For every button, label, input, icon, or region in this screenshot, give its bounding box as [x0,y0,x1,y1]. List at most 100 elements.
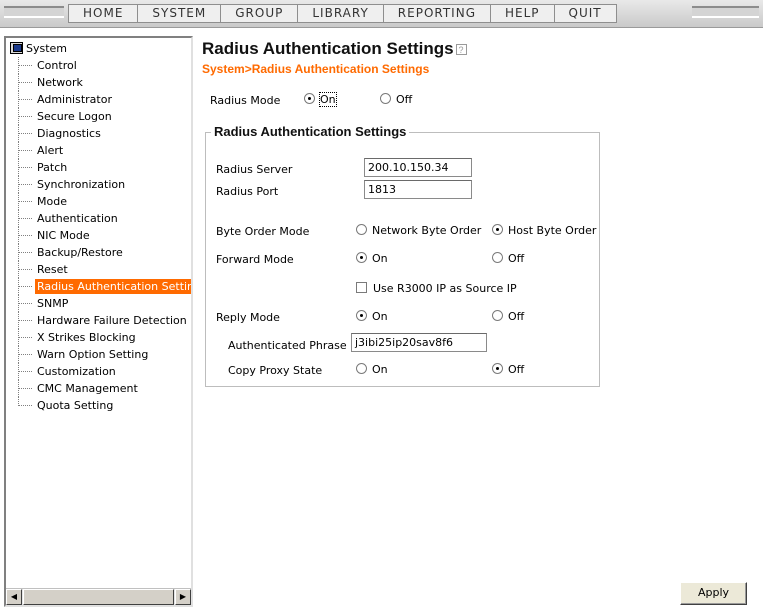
group-title: Radius Authentication Settings [211,124,410,139]
copy-proxy-on-label: On [372,363,388,376]
forward-mode-on-option[interactable]: On [356,252,388,265]
sidebar-item-snmp[interactable]: SNMP [8,295,191,312]
sidebar-item-radius-authentication[interactable]: Radius Authentication Setting [8,278,191,295]
radio-selected-icon[interactable] [304,93,315,104]
sidebar-item-label: Control [37,59,77,72]
sidebar-item-synchronization[interactable]: Synchronization [8,176,191,193]
sidebar-item-hardware-failure-detection[interactable]: Hardware Failure Detection [8,312,191,329]
radius-port-label: Radius Port [216,185,279,198]
radio-selected-icon[interactable] [356,252,367,263]
sidebar-item-label: Alert [37,144,64,157]
radio-selected-icon[interactable] [492,363,503,374]
sidebar-item-label: CMC Management [37,382,138,395]
sidebar-item-customization[interactable]: Customization [8,363,191,380]
sidebar-item-label: Authentication [37,212,118,225]
auth-phrase-label: Authenticated Phrase [228,339,347,352]
radio-unselected-icon[interactable] [492,310,503,321]
radius-settings-group: Radius Authentication Settings Radius Se… [205,124,600,387]
menu-help[interactable]: HELP [491,5,555,22]
sidebar-item-secure-logon[interactable]: Secure Logon [8,108,191,125]
radio-unselected-icon[interactable] [492,252,503,263]
sidebar-item-label: Warn Option Setting [37,348,149,361]
sidebar-item-nic-mode[interactable]: NIC Mode [8,227,191,244]
menu-system[interactable]: SYSTEM [138,5,222,22]
top-menu-bar: HOME SYSTEM GROUP LIBRARY REPORTING HELP… [0,0,763,28]
sidebar-item-authentication[interactable]: Authentication [8,210,191,227]
radio-unselected-icon[interactable] [380,93,391,104]
sidebar-item-label: Administrator [37,93,112,106]
help-icon[interactable]: ? [455,44,467,55]
sidebar-item-label: SNMP [37,297,69,310]
radius-mode-off-option[interactable]: Off [380,93,412,106]
reply-mode-off-option[interactable]: Off [492,310,524,323]
scroll-right-arrow-icon[interactable]: ▶ [175,589,191,605]
tree-root-system[interactable]: System [8,40,191,57]
tree-root-label: System [26,42,68,55]
radio-selected-icon[interactable] [492,224,503,235]
byte-order-host-label: Host Byte Order [508,224,597,237]
sidebar-item-label: Backup/Restore [37,246,123,259]
radius-server-label: Radius Server [216,163,293,176]
forward-mode-off-option[interactable]: Off [492,252,524,265]
radius-port-input[interactable]: 1813 [364,180,472,199]
byte-order-network-option[interactable]: Network Byte Order [356,224,481,237]
use-source-ip-checkbox[interactable] [356,282,367,293]
sidebar-tree-panel: System Control Network Administrator Sec… [4,36,193,607]
sidebar-item-diagnostics[interactable]: Diagnostics [8,125,191,142]
sidebar-item-label: Diagnostics [37,127,101,140]
menu-group[interactable]: GROUP [221,5,299,22]
main-menu: HOME SYSTEM GROUP LIBRARY REPORTING HELP… [68,4,617,23]
radius-server-input[interactable]: 200.10.150.34 [364,158,472,177]
sidebar-item-label: Customization [37,365,116,378]
menu-groove-left [4,6,64,18]
computer-icon [10,42,23,54]
sidebar-item-alert[interactable]: Alert [8,142,191,159]
sidebar-item-label: Network [37,76,83,89]
radio-selected-icon[interactable] [356,310,367,321]
sidebar-item-network[interactable]: Network [8,74,191,91]
reply-mode-label: Reply Mode [216,311,280,324]
radius-mode-label: Radius Mode [210,94,281,107]
scrollbar-thumb[interactable] [23,589,174,605]
auth-phrase-input[interactable]: j3ibi25ip20sav8f6 [351,333,487,352]
main-content: Radius Authentication Settings? System>R… [200,36,760,608]
sidebar-item-label: NIC Mode [37,229,90,242]
menu-home[interactable]: HOME [69,5,139,22]
radius-mode-on-option[interactable]: On [304,92,337,107]
sidebar-item-label: Hardware Failure Detection [37,314,187,327]
apply-button[interactable]: Apply [680,582,747,605]
forward-mode-label: Forward Mode [216,253,294,266]
menu-quit[interactable]: QUIT [555,5,616,22]
sidebar-item-patch[interactable]: Patch [8,159,191,176]
sidebar-item-warn-option-setting[interactable]: Warn Option Setting [8,346,191,363]
radio-unselected-icon[interactable] [356,224,367,235]
sidebar-item-label: Quota Setting [37,399,114,412]
radius-mode-on-label: On [319,92,337,107]
sidebar-item-x-strikes-blocking[interactable]: X Strikes Blocking [8,329,191,346]
radius-mode-off-label: Off [396,93,413,106]
sidebar-item-backup-restore[interactable]: Backup/Restore [8,244,191,261]
sidebar-item-label: Synchronization [37,178,126,191]
sidebar-item-mode[interactable]: Mode [8,193,191,210]
reply-mode-on-label: On [372,310,388,323]
reply-mode-on-option[interactable]: On [356,310,388,323]
sidebar-item-control[interactable]: Control [8,57,191,74]
sidebar-item-quota-setting[interactable]: Quota Setting [8,397,191,414]
copy-proxy-on-option[interactable]: On [356,363,388,376]
page-title-text: Radius Authentication Settings [202,39,454,58]
menu-reporting[interactable]: REPORTING [384,5,491,22]
sidebar-item-reset[interactable]: Reset [8,261,191,278]
breadcrumb: System>Radius Authentication Settings [202,62,430,76]
byte-order-network-label: Network Byte Order [372,224,482,237]
menu-library[interactable]: LIBRARY [298,5,384,22]
navigation-tree: System Control Network Administrator Sec… [8,40,191,414]
use-source-ip-option[interactable]: Use R3000 IP as Source IP [356,282,517,295]
copy-proxy-label: Copy Proxy State [228,364,323,377]
byte-order-host-option[interactable]: Host Byte Order [492,224,596,237]
sidebar-item-administrator[interactable]: Administrator [8,91,191,108]
scroll-left-arrow-icon[interactable]: ◀ [6,589,22,605]
radio-unselected-icon[interactable] [356,363,367,374]
sidebar-item-cmc-management[interactable]: CMC Management [8,380,191,397]
sidebar-horizontal-scrollbar[interactable]: ◀ ▶ [6,588,191,605]
copy-proxy-off-option[interactable]: Off [492,363,524,376]
